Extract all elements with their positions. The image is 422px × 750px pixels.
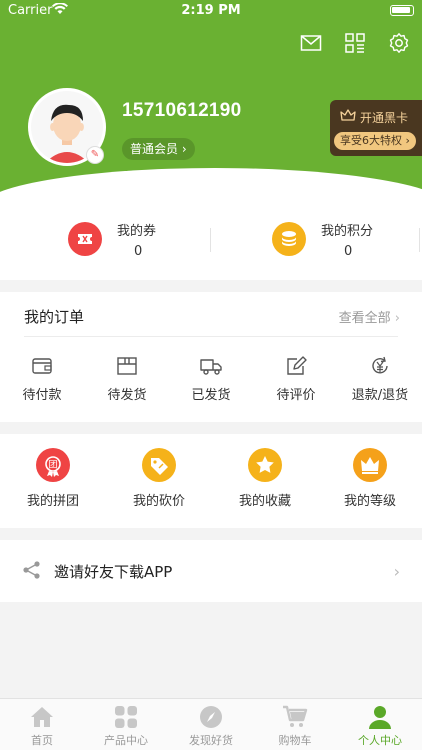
coins-icon	[272, 222, 306, 256]
vip-title: 开通黑卡	[360, 111, 409, 125]
stat-value: 0	[134, 244, 143, 259]
tool-favorites[interactable]: 我的收藏	[215, 448, 315, 509]
bargain-tag-icon	[142, 448, 176, 482]
tool-label: 我的收藏	[238, 494, 291, 509]
order-status-label: 已发货	[191, 388, 231, 403]
stat-label: 我的积分	[321, 224, 374, 239]
edit-badge-icon[interactable]: ✎	[86, 146, 104, 164]
tab-label: 发现好货	[189, 734, 233, 747]
status-bar: Carrier 2:19 PM	[0, 0, 422, 22]
tool-group-buy[interactable]: 团 我的拼团	[3, 448, 103, 509]
order-refund[interactable]: 退款/退货	[338, 356, 422, 403]
user-icon	[369, 706, 391, 729]
star-icon	[248, 448, 282, 482]
cart-icon	[283, 705, 308, 727]
orders-panel: 我的订单 查看全部 › 待付款 待发货 已发货 待评价 退款/退货	[0, 292, 422, 422]
vip-card[interactable]: 开通黑卡 享受6大特权 ›	[330, 100, 422, 156]
share-icon	[22, 560, 42, 584]
tab-label: 个人中心	[358, 734, 402, 747]
order-status-label: 退款/退货	[351, 388, 409, 403]
divider	[419, 228, 420, 252]
tab-products[interactable]: 产品中心	[84, 705, 168, 748]
stat-value: 0	[344, 244, 353, 259]
truck-icon	[200, 359, 222, 375]
tab-label: 购物车	[278, 734, 312, 747]
mail-icon[interactable]	[300, 32, 322, 54]
order-shipped[interactable]: 已发货	[169, 356, 253, 403]
package-icon	[117, 357, 137, 375]
header-wave	[0, 168, 422, 200]
qr-scan-icon[interactable]	[344, 32, 366, 54]
tab-label: 首页	[31, 734, 53, 747]
member-level-badge[interactable]: 普通会员 ›	[122, 138, 195, 160]
grid-icon	[115, 706, 137, 728]
tool-label: 我的拼团	[26, 494, 79, 509]
stat-label: 我的券	[117, 224, 157, 239]
vip-subtitle: 享受6大特权 ›	[334, 132, 416, 150]
invite-friends-row[interactable]: 邀请好友下载APP ›	[0, 540, 422, 602]
coupon-icon	[68, 222, 102, 256]
invite-label: 邀请好友下载APP	[54, 563, 173, 581]
group-buy-icon: 团	[36, 448, 70, 482]
member-level-label: 普通会员	[130, 142, 179, 156]
header-actions	[300, 32, 410, 54]
tab-label: 产品中心	[104, 734, 148, 747]
crown-icon	[353, 448, 387, 482]
stats-panel: 我的券 0 我的积分 0	[0, 200, 422, 280]
tool-bargain[interactable]: 我的砍价	[109, 448, 209, 509]
wallet-icon	[32, 358, 52, 374]
tab-bar: 首页 产品中心 发现好货 购物车 个人中心	[0, 698, 422, 750]
tab-discover[interactable]: 发现好货	[169, 705, 253, 748]
tool-level[interactable]: 我的等级	[320, 448, 420, 509]
chevron-right-icon: ›	[394, 311, 400, 326]
edit-icon	[287, 356, 307, 375]
order-pending-payment[interactable]: 待付款	[0, 356, 84, 403]
order-status-label: 待付款	[22, 388, 62, 403]
svg-text:团: 团	[48, 460, 57, 471]
order-pending-shipment[interactable]: 待发货	[85, 356, 169, 403]
settings-icon[interactable]	[388, 32, 410, 54]
order-status-label: 待评价	[276, 388, 316, 403]
tool-label: 我的砍价	[132, 494, 185, 509]
divider	[24, 336, 398, 337]
tab-cart[interactable]: 购物车	[253, 705, 337, 748]
divider	[210, 228, 211, 252]
crown-icon	[340, 108, 356, 124]
order-pending-review[interactable]: 待评价	[254, 356, 338, 403]
battery-icon	[390, 5, 414, 16]
chevron-right-icon: ›	[181, 142, 187, 156]
view-all-orders-link[interactable]: 查看全部 ›	[339, 307, 400, 326]
compass-icon	[200, 706, 222, 728]
user-phone: 15710612190	[122, 100, 242, 121]
orders-title: 我的订单	[24, 308, 85, 326]
tab-home[interactable]: 首页	[0, 705, 84, 748]
clock: 2:19 PM	[181, 3, 241, 18]
tab-profile[interactable]: 个人中心	[338, 705, 422, 748]
home-icon	[31, 707, 53, 727]
tools-panel: 团 我的拼团 我的砍价 我的收藏 我的等级	[0, 434, 422, 528]
refund-icon	[372, 356, 388, 374]
chevron-right-icon: ›	[393, 562, 400, 581]
order-status-label: 待发货	[107, 388, 147, 403]
tool-label: 我的等级	[343, 494, 396, 509]
